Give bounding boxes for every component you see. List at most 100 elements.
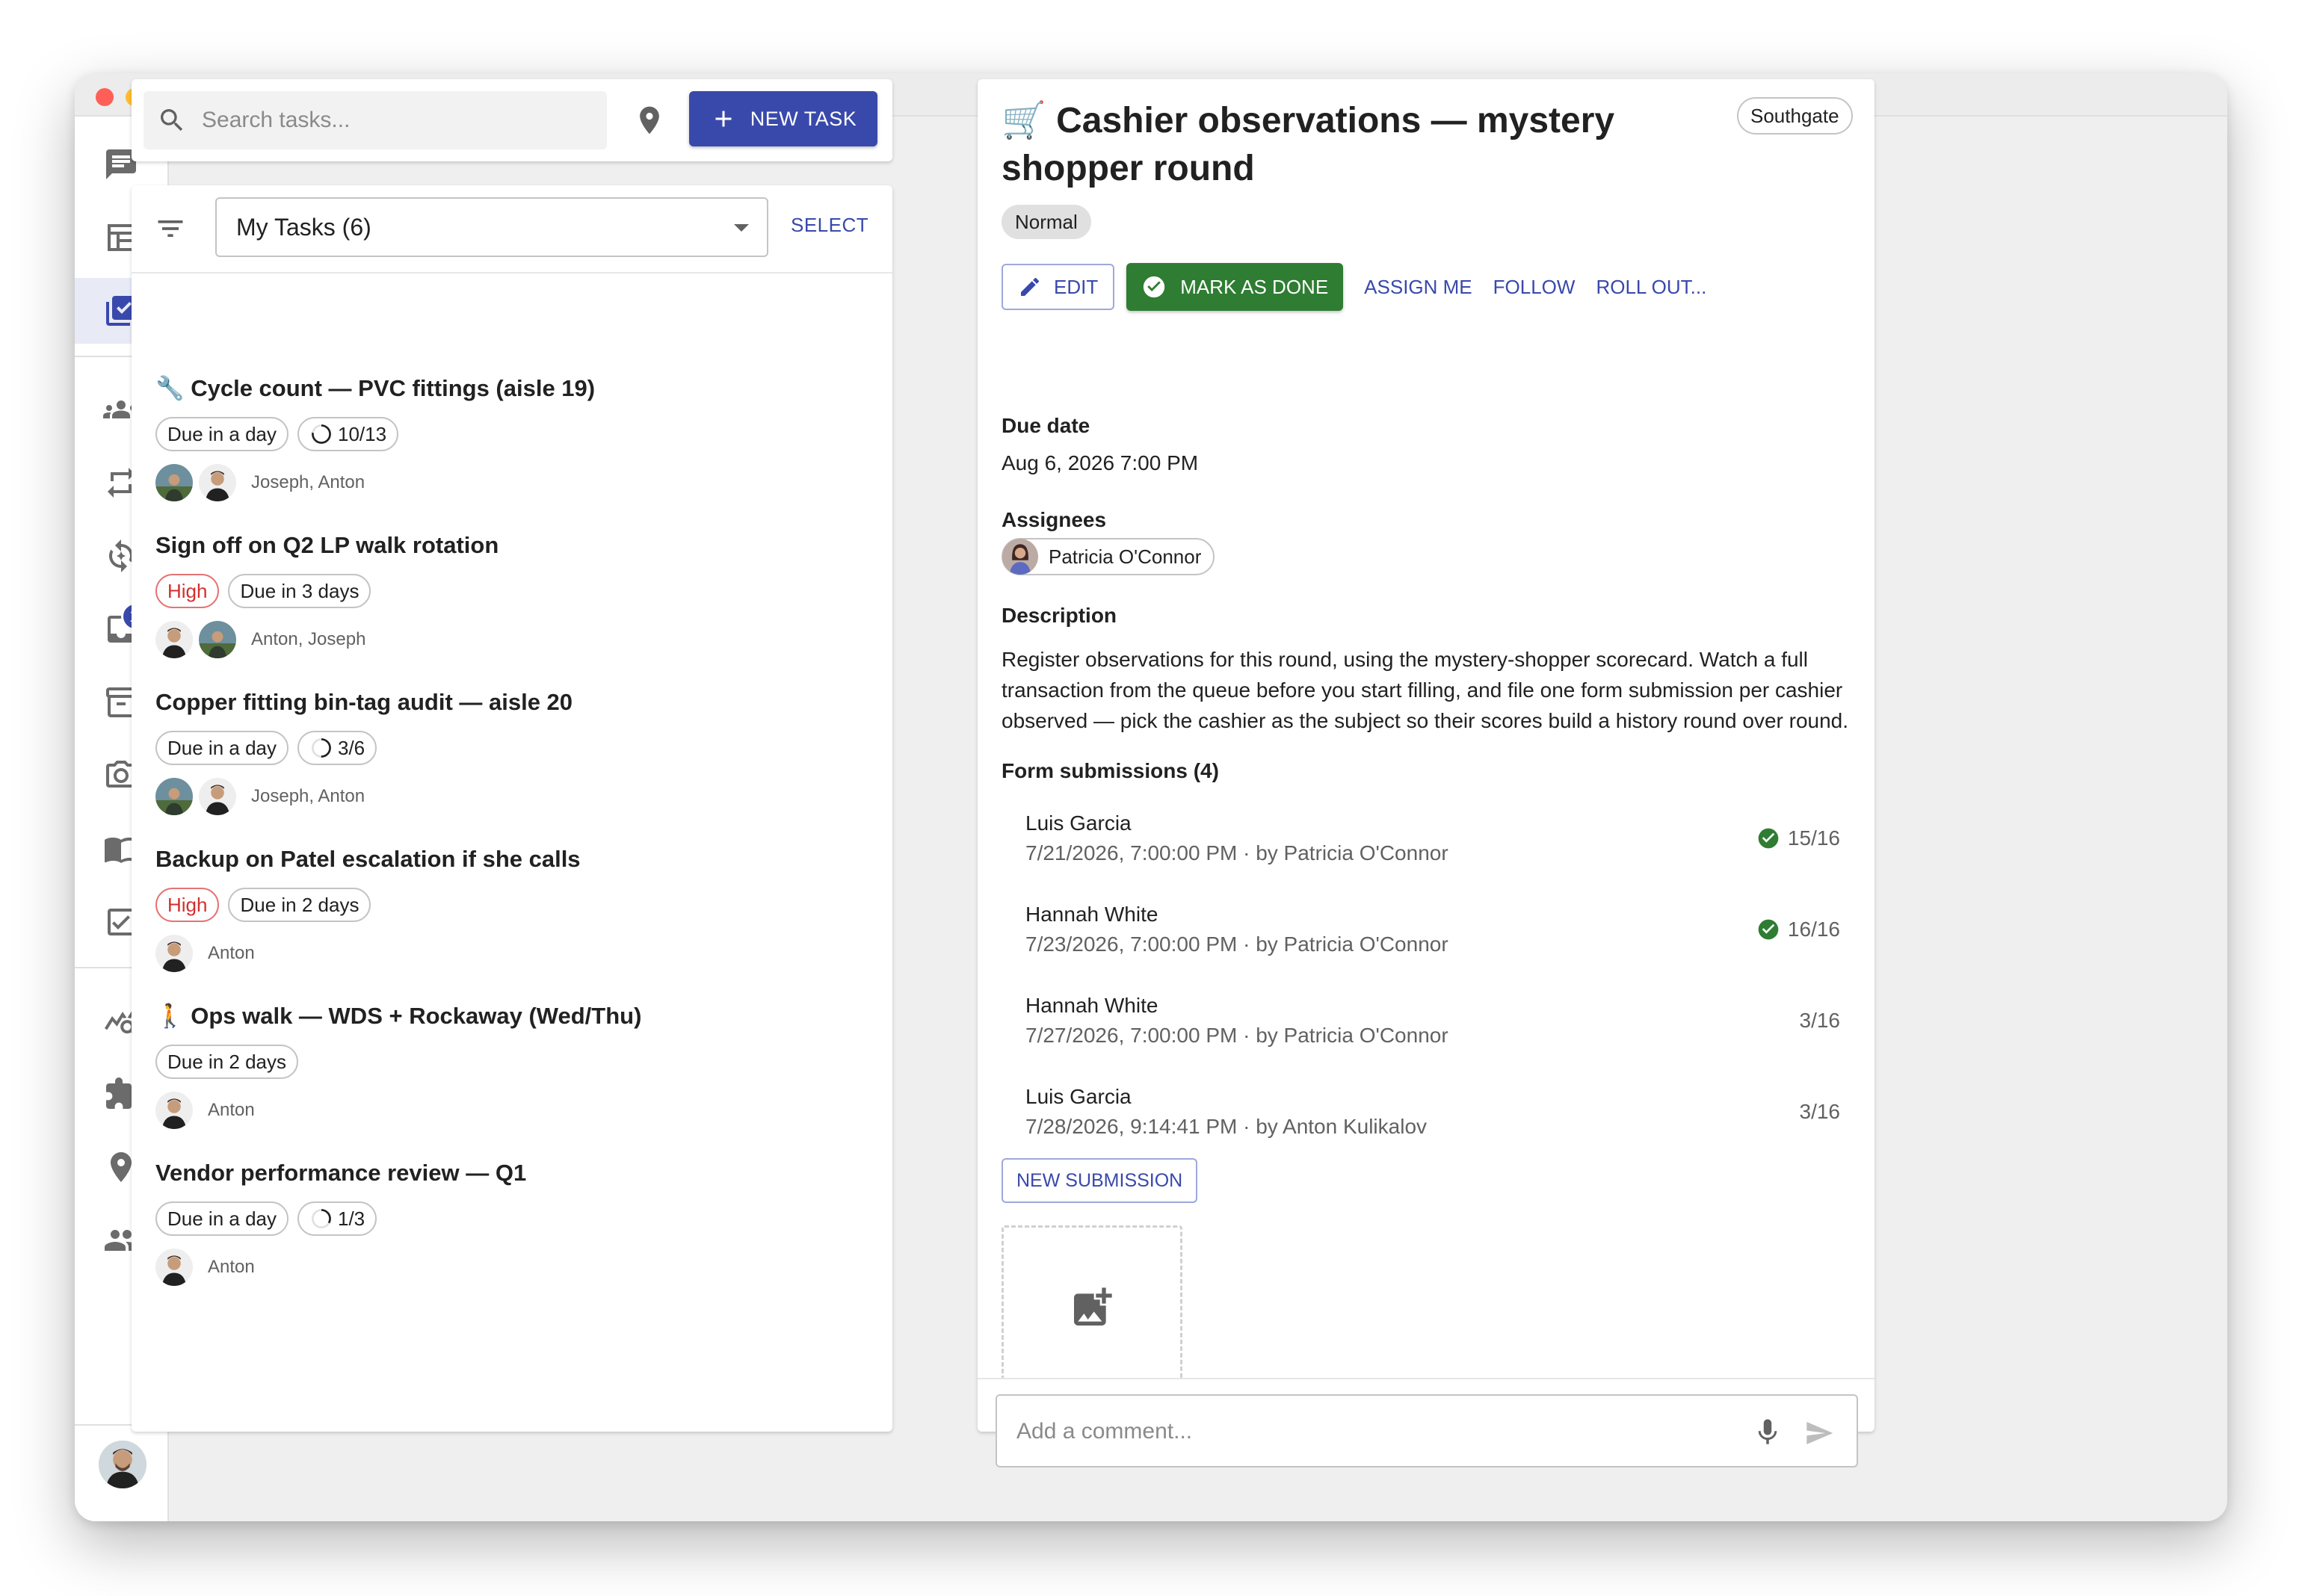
select-button[interactable]: SELECT — [791, 214, 868, 237]
avatar — [155, 778, 193, 815]
assignee-names: Anton — [208, 1257, 255, 1277]
progress-chip: 3/6 — [297, 731, 377, 765]
avatar — [155, 1249, 193, 1286]
task-title: Vendor performance review — Q1 — [155, 1160, 527, 1186]
task-title: Sign off on Q2 LP walk rotation — [155, 532, 499, 558]
task-title: 🚶 Ops walk — WDS + Rockaway (Wed/Thu) — [155, 1003, 642, 1029]
submission-row[interactable]: Hannah White 7/23/2026, 7:00:00 PM · by … — [1025, 900, 1840, 967]
avatar — [199, 778, 236, 815]
pencil-icon — [1021, 277, 1040, 296]
due-chip: Due in 2 days — [155, 1045, 298, 1079]
store-chip[interactable]: Southgate — [1737, 97, 1853, 134]
task-title: 🔧 Cycle count — PVC fittings (aisle 19) — [155, 375, 596, 401]
submission-row[interactable]: Luis Garcia 7/21/2026, 7:00:00 PM · by P… — [1025, 808, 1840, 876]
avatar — [199, 464, 236, 501]
microphone-icon[interactable] — [1752, 1417, 1783, 1448]
due-chip: Due in a day — [155, 1201, 288, 1236]
search-toolbar: NEW TASK — [132, 79, 892, 161]
progress-chip: 1/3 — [297, 1201, 377, 1236]
avatar — [155, 464, 193, 501]
task-item[interactable]: Backup on Patel escalation if she calls … — [155, 844, 873, 973]
check-circle-icon — [1758, 828, 1779, 849]
description-label: Description — [1002, 604, 1117, 627]
assignee-names: Anton — [208, 943, 255, 963]
send-icon[interactable] — [1804, 1418, 1834, 1448]
task-item[interactable]: Copper fitting bin-tag audit — aisle 20 … — [155, 687, 873, 816]
avatar — [155, 935, 193, 972]
assignee-chip[interactable]: Patricia O'Connor — [1002, 538, 1215, 575]
user-avatar[interactable] — [99, 1441, 146, 1488]
sidebar-item-logout[interactable] — [75, 1520, 167, 1521]
due-date-label: Due date — [1002, 414, 1090, 437]
progress-chip: 10/13 — [297, 417, 399, 451]
progress-ring-icon — [312, 424, 331, 444]
form-submissions-label: Form submissions (4) — [1002, 759, 1219, 782]
comment-input[interactable] — [1016, 1414, 1734, 1450]
priority-chip: High — [155, 888, 220, 922]
avatar — [1002, 539, 1038, 575]
submission-row[interactable]: Hannah White 7/27/2026, 7:00:00 PM · by … — [1025, 991, 1840, 1058]
task-filter-select[interactable]: My Tasks (6) — [215, 197, 768, 257]
add-photo-icon — [1074, 1287, 1112, 1326]
assign-me-button[interactable]: ASSIGN ME — [1364, 276, 1472, 299]
avatar — [155, 621, 193, 658]
mark-as-done-button[interactable]: MARK AS DONE — [1126, 263, 1344, 311]
due-date-value: Aug 6, 2026 7:00 PM — [1002, 451, 1199, 474]
follow-button[interactable]: FOLLOW — [1493, 276, 1576, 299]
check-circle-icon — [1758, 919, 1779, 940]
task-title: Copper fitting bin-tag audit — aisle 20 — [155, 689, 573, 715]
new-task-button[interactable]: NEW TASK — [689, 91, 877, 146]
detail-title: 🛒 Cashier observations — mystery shopper… — [1002, 101, 1615, 188]
due-chip: Due in a day — [155, 417, 288, 451]
task-item[interactable]: Sign off on Q2 LP walk rotation High Due… — [155, 531, 873, 659]
submission-meta: 7/27/2026, 7:00:00 PM · by Patricia O'Co… — [1025, 1024, 1448, 1047]
task-detail-panel: 🛒 Cashier observations — mystery shopper… — [978, 79, 1874, 1432]
due-chip: Due in 2 days — [228, 888, 371, 922]
priority-chip: High — [155, 574, 220, 608]
search-input[interactable] — [202, 108, 590, 133]
action-bar: EDIT MARK AS DONE ASSIGN ME FOLLOW ROLL … — [1002, 263, 1706, 311]
task-list-panel: My Tasks (6) SELECT 🔧 Cycle count — PVC … — [132, 185, 892, 1432]
submission-subject: Luis Garcia — [1025, 811, 1132, 835]
add-photo-dropzone[interactable] — [1002, 1225, 1182, 1390]
avatar — [155, 1092, 193, 1129]
assignee-name: Patricia O'Connor — [1049, 545, 1202, 568]
comment-box — [996, 1394, 1858, 1467]
roll-out-button[interactable]: ROLL OUT... — [1596, 276, 1706, 299]
assignee-names: Anton — [208, 1100, 255, 1120]
due-chip: Due in 3 days — [228, 574, 371, 608]
due-chip: Due in a day — [155, 731, 288, 765]
task-item[interactable]: 🚶 Ops walk — WDS + Rockaway (Wed/Thu) Du… — [155, 1001, 873, 1130]
location-pin-icon — [640, 106, 659, 134]
progress-ring-icon — [312, 1209, 331, 1228]
avatar — [199, 621, 236, 658]
search-box — [144, 91, 607, 149]
task-item[interactable]: Vendor performance review — Q1 Due in a … — [155, 1158, 873, 1287]
submission-subject: Hannah White — [1025, 994, 1158, 1017]
assignee-names: Anton, Joseph — [251, 629, 366, 649]
new-task-label: NEW TASK — [750, 107, 857, 130]
filter-icon[interactable] — [154, 212, 187, 245]
edit-button[interactable]: EDIT — [1002, 264, 1115, 310]
task-filter-value: My Tasks (6) — [236, 213, 371, 241]
task-item[interactable]: 🔧 Cycle count — PVC fittings (aisle 19) … — [155, 374, 873, 502]
new-submission-button[interactable]: NEW SUBMISSION — [1002, 1158, 1198, 1203]
submission-subject: Hannah White — [1025, 903, 1158, 926]
assignee-names: Joseph, Anton — [251, 472, 365, 492]
filter-row: My Tasks (6) SELECT — [132, 185, 892, 273]
assignee-names: Joseph, Anton — [251, 786, 365, 806]
submission-subject: Luis Garcia — [1025, 1085, 1132, 1108]
description-text: Register observations for this round, us… — [1002, 648, 1849, 732]
search-icon — [161, 109, 183, 132]
submission-score: 15/16 — [1756, 826, 1840, 850]
submission-row[interactable]: Luis Garcia 7/28/2026, 9:14:41 PM · by A… — [1025, 1082, 1840, 1149]
submission-score: 3/16 — [1799, 1009, 1841, 1032]
submission-score: 16/16 — [1756, 918, 1840, 941]
close-window-button[interactable] — [96, 88, 114, 106]
location-filter-button[interactable] — [629, 100, 670, 140]
priority-chip[interactable]: Normal — [1002, 205, 1091, 239]
check-circle-icon — [1144, 276, 1165, 298]
chevron-down-icon — [734, 224, 749, 232]
submission-meta: 7/21/2026, 7:00:00 PM · by Patricia O'Co… — [1025, 841, 1448, 864]
plus-icon — [715, 111, 732, 127]
